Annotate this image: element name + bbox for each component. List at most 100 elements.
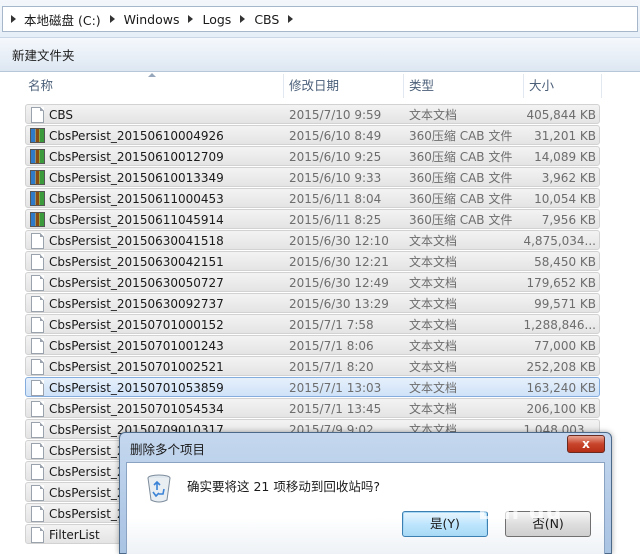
breadcrumb[interactable]: 本地磁盘 (C:) Windows Logs CBS	[2, 6, 638, 32]
file-name: CbsPersist_20150701000152	[49, 318, 224, 332]
file-type: 360压缩 CAB 文件	[409, 213, 513, 227]
file-row[interactable]: CbsPersist_20150610013349 2015/6/10 9:33 3…	[25, 167, 600, 187]
file-date: 2015/6/30 12:10	[289, 234, 389, 248]
chevron-right-icon[interactable]	[109, 15, 115, 23]
delete-dialog: 删除多个项目 x 确实要将这 21 项移动到回收站吗? 是(Y) 否(N)	[119, 432, 612, 554]
file-size: 405,844 KB	[526, 108, 596, 122]
file-row[interactable]: CbsPersist_20150630092737 2015/6/30 13:29…	[25, 293, 600, 313]
text-file-icon	[31, 380, 44, 396]
cab-file-icon	[30, 212, 45, 227]
file-type: 360压缩 CAB 文件	[409, 192, 513, 206]
chevron-right-icon[interactable]	[188, 15, 194, 23]
column-divider[interactable]	[283, 74, 284, 98]
file-row[interactable]: CbsPersist_20150630050727 2015/6/30 12:49…	[25, 272, 600, 292]
file-size: 58,450 KB	[534, 255, 596, 269]
column-header-name[interactable]: 名称	[24, 72, 282, 100]
cab-file-icon	[30, 128, 45, 143]
file-size: 163,240 KB	[526, 381, 596, 395]
text-file-icon	[31, 296, 44, 312]
column-divider[interactable]	[523, 74, 524, 98]
file-row[interactable]: CbsPersist_20150701001243 2015/7/1 8:06 文本…	[25, 335, 600, 355]
new-folder-button[interactable]: 新建文件夹	[10, 42, 77, 67]
file-row[interactable]: CbsPersist_20150701053859 2015/7/1 13:03 文…	[25, 377, 600, 397]
file-size: 3,962 KB	[541, 171, 596, 185]
file-size: 1,288,846...	[523, 318, 596, 332]
file-row[interactable]: CbsPersist_20150630042151 2015/6/30 12:21…	[25, 251, 600, 271]
file-row[interactable]: CbsPersist_20150701002521 2015/7/1 8:20 文本…	[25, 356, 600, 376]
file-type: 360压缩 CAB 文件	[409, 129, 513, 143]
file-size: 14,089 KB	[534, 150, 596, 164]
file-date: 2015/6/30 13:29	[289, 297, 389, 311]
file-type: 360压缩 CAB 文件	[409, 171, 513, 185]
chevron-right-icon[interactable]	[240, 15, 246, 23]
file-date: 2015/6/10 8:49	[289, 129, 382, 143]
file-type: 文本文档	[409, 255, 458, 269]
text-file-icon	[31, 464, 44, 480]
file-name: CbsPersist_20150610012709	[49, 150, 224, 164]
text-file-icon	[31, 506, 44, 522]
scrollbar[interactable]	[624, 100, 640, 432]
file-name: CbsPersist_20150630050727	[49, 276, 224, 290]
address-bar: 本地磁盘 (C:) Windows Logs CBS	[0, 0, 640, 38]
text-file-icon	[31, 107, 44, 123]
file-type: 文本文档	[409, 108, 458, 122]
text-file-icon	[31, 527, 44, 543]
column-header-type[interactable]: 类型	[405, 72, 523, 100]
cab-file-icon	[30, 191, 45, 206]
file-type: 文本文档	[409, 339, 458, 353]
file-row[interactable]: CbsPersist_20150630041518 2015/6/30 12:10…	[25, 230, 600, 250]
file-date: 2015/6/11 8:04	[289, 192, 382, 206]
breadcrumb-item-drive[interactable]: 本地磁盘 (C:)	[24, 10, 101, 29]
file-date: 2015/7/1 8:20	[289, 360, 374, 374]
file-name: CbsPersist_20150611000453	[49, 192, 224, 206]
column-header-date[interactable]: 修改日期	[285, 72, 403, 100]
file-name: CbsPersist_20150610013349	[49, 171, 224, 185]
file-name: CBS	[49, 108, 74, 122]
file-name: CbsPersist_20150610004926	[49, 129, 224, 143]
file-row[interactable]: CbsPersist_20150611045914 2015/6/11 8:25 3…	[25, 209, 600, 229]
breadcrumb-item-windows[interactable]: Windows	[124, 12, 180, 27]
file-size: 179,652 KB	[526, 276, 596, 290]
yes-button[interactable]: 是(Y)	[402, 511, 488, 537]
cab-file-icon	[30, 149, 45, 164]
column-divider[interactable]	[601, 74, 602, 98]
close-button[interactable]: x	[567, 435, 605, 453]
file-name: CbsPersist_20150630041518	[49, 234, 224, 248]
file-row[interactable]: CbsPersist_20150701000152 2015/7/1 7:58 文本…	[25, 314, 600, 334]
file-type: 文本文档	[409, 276, 458, 290]
file-name: CbsPersist_20150630042151	[49, 255, 224, 269]
text-file-icon	[31, 401, 44, 417]
dialog-message: 确实要将这 21 项移动到回收站吗?	[187, 479, 380, 494]
file-row[interactable]: CBS 2015/7/10 9:59 文本文档 405,844 KB	[25, 104, 600, 124]
text-file-icon	[31, 233, 44, 249]
toolbar: 新建文件夹	[0, 38, 640, 72]
text-file-icon	[31, 338, 44, 354]
file-date: 2015/7/1 13:03	[289, 381, 382, 395]
breadcrumb-item-cbs[interactable]: CBS	[254, 12, 279, 27]
file-size: 31,201 KB	[534, 129, 596, 143]
file-name: CbsPersist_20150701002521	[49, 360, 224, 374]
file-row[interactable]: CbsPersist_20150701054534 2015/7/1 13:45 文…	[25, 398, 600, 418]
file-type: 文本文档	[409, 297, 458, 311]
column-header-row: 名称 修改日期 类型 大小	[0, 72, 640, 100]
file-row[interactable]: CbsPersist_20150610012709 2015/6/10 9:25 3…	[25, 146, 600, 166]
chevron-right-icon[interactable]	[288, 15, 294, 23]
cab-file-icon	[30, 170, 45, 185]
column-header-size[interactable]: 大小	[525, 72, 601, 100]
file-row[interactable]: CbsPersist_20150611000453 2015/6/11 8:04 3…	[25, 188, 600, 208]
breadcrumb-item-logs[interactable]: Logs	[202, 12, 231, 27]
file-date: 2015/6/10 9:33	[289, 171, 382, 185]
file-size: 4,875,034...	[523, 234, 596, 248]
text-file-icon	[31, 485, 44, 501]
file-name: CbsPersist_20150630092737	[49, 297, 224, 311]
file-size: 99,571 KB	[534, 297, 596, 311]
chevron-right-icon[interactable]	[11, 15, 16, 23]
column-divider[interactable]	[403, 74, 404, 98]
text-file-icon	[31, 443, 44, 459]
watermark: Bai du	[478, 500, 563, 525]
file-date: 2015/7/1 8:06	[289, 339, 374, 353]
file-row[interactable]: CbsPersist_20150610004926 2015/6/10 8:49 3…	[25, 125, 600, 145]
text-file-icon	[31, 254, 44, 270]
file-type: 文本文档	[409, 234, 458, 248]
text-file-icon	[31, 359, 44, 375]
